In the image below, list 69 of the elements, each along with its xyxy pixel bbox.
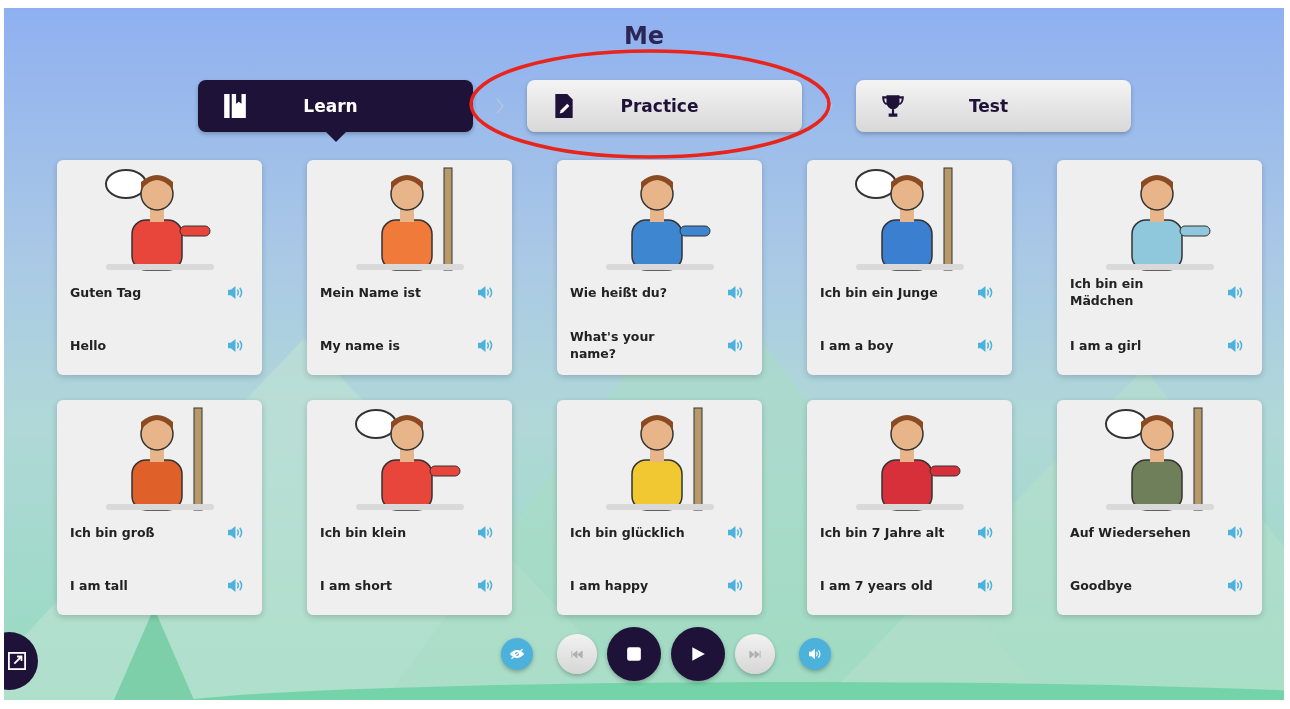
german-phrase: Ich bin glücklich (570, 523, 685, 541)
book-icon (222, 93, 248, 119)
speaker-icon[interactable] (1227, 524, 1244, 540)
english-phrase: My name is (320, 336, 400, 354)
speaker-icon[interactable] (727, 284, 744, 300)
german-phrase: Auf Wiedersehen (1070, 523, 1191, 541)
expand-icon (8, 652, 26, 670)
german-phrase: Ich bin klein (320, 523, 407, 541)
flashcard[interactable]: Ich bin glücklich I am happy (557, 400, 762, 615)
lesson-title: Me (622, 22, 666, 50)
play-button[interactable] (671, 627, 725, 681)
trophy-icon (880, 93, 906, 119)
speaker-icon[interactable] (1227, 284, 1244, 300)
tab[interactable]: Test (856, 80, 1131, 132)
skip-back-icon (571, 649, 583, 659)
tab-pointer (326, 132, 346, 142)
speaker-icon (807, 648, 823, 660)
english-phrase: What's your name? (570, 328, 656, 362)
flashcard[interactable]: Guten Tag Hello (57, 160, 262, 375)
chevron-icon (495, 97, 505, 115)
audio-button[interactable] (799, 638, 831, 670)
speaker-icon[interactable] (727, 524, 744, 540)
german-phrase: Ich bin ein Mädchen (1070, 275, 1145, 309)
speaker-icon[interactable] (477, 577, 494, 593)
stop-icon (626, 646, 642, 662)
speaker-icon[interactable] (477, 524, 494, 540)
speaker-icon[interactable] (727, 337, 744, 353)
english-phrase: I am short (320, 576, 392, 594)
english-phrase: I am happy (570, 576, 649, 594)
english-phrase: Goodbye (1070, 576, 1132, 594)
speaker-icon[interactable] (1227, 337, 1244, 353)
speaker-icon[interactable] (727, 577, 744, 593)
play-icon (690, 646, 706, 662)
speaker-icon[interactable] (977, 284, 994, 300)
english-phrase: I am a boy (820, 336, 894, 354)
english-phrase: I am a girl (1070, 336, 1142, 354)
flashcard[interactable]: Ich bin groß I am tall (57, 400, 262, 615)
hidden-eye-icon (509, 648, 525, 660)
flashcard[interactable]: Auf Wiedersehen Goodbye (1057, 400, 1262, 615)
english-phrase: Hello (70, 336, 107, 354)
german-phrase: Guten Tag (70, 283, 142, 301)
flashcard[interactable]: Wie heißt du? What's your name? (557, 160, 762, 375)
flashcard[interactable]: Mein Name ist My name is (307, 160, 512, 375)
speaker-icon[interactable] (477, 284, 494, 300)
speaker-icon[interactable] (227, 337, 244, 353)
speaker-icon[interactable] (977, 524, 994, 540)
german-phrase: Ich bin groß (70, 523, 155, 541)
flashcard[interactable]: Ich bin ein Mädchen I am a girl (1057, 160, 1262, 375)
german-phrase: Ich bin ein Junge (820, 283, 938, 301)
skip-forward-icon (749, 649, 761, 659)
tab[interactable]: Learn (198, 80, 473, 132)
flashcard[interactable]: Ich bin klein I am short (307, 400, 512, 615)
german-phrase: Wie heißt du? (570, 283, 667, 301)
speaker-icon[interactable] (977, 337, 994, 353)
speaker-icon[interactable] (977, 577, 994, 593)
english-phrase: I am tall (70, 576, 128, 594)
german-phrase: Mein Name ist (320, 283, 421, 301)
flashcard[interactable]: Ich bin 7 Jahre alt I am 7 years old (807, 400, 1012, 615)
hide-button[interactable] (501, 638, 533, 670)
speaker-icon[interactable] (477, 337, 494, 353)
english-phrase: I am 7 years old (820, 576, 933, 594)
flashcard[interactable]: Ich bin ein Junge I am a boy (807, 160, 1012, 375)
speaker-icon[interactable] (227, 577, 244, 593)
speaker-icon[interactable] (227, 284, 244, 300)
german-phrase: Ich bin 7 Jahre alt (820, 523, 945, 541)
stop-button[interactable] (607, 627, 661, 681)
speaker-icon[interactable] (227, 524, 244, 540)
speaker-icon[interactable] (1227, 577, 1244, 593)
tab[interactable]: Practice (527, 80, 802, 132)
